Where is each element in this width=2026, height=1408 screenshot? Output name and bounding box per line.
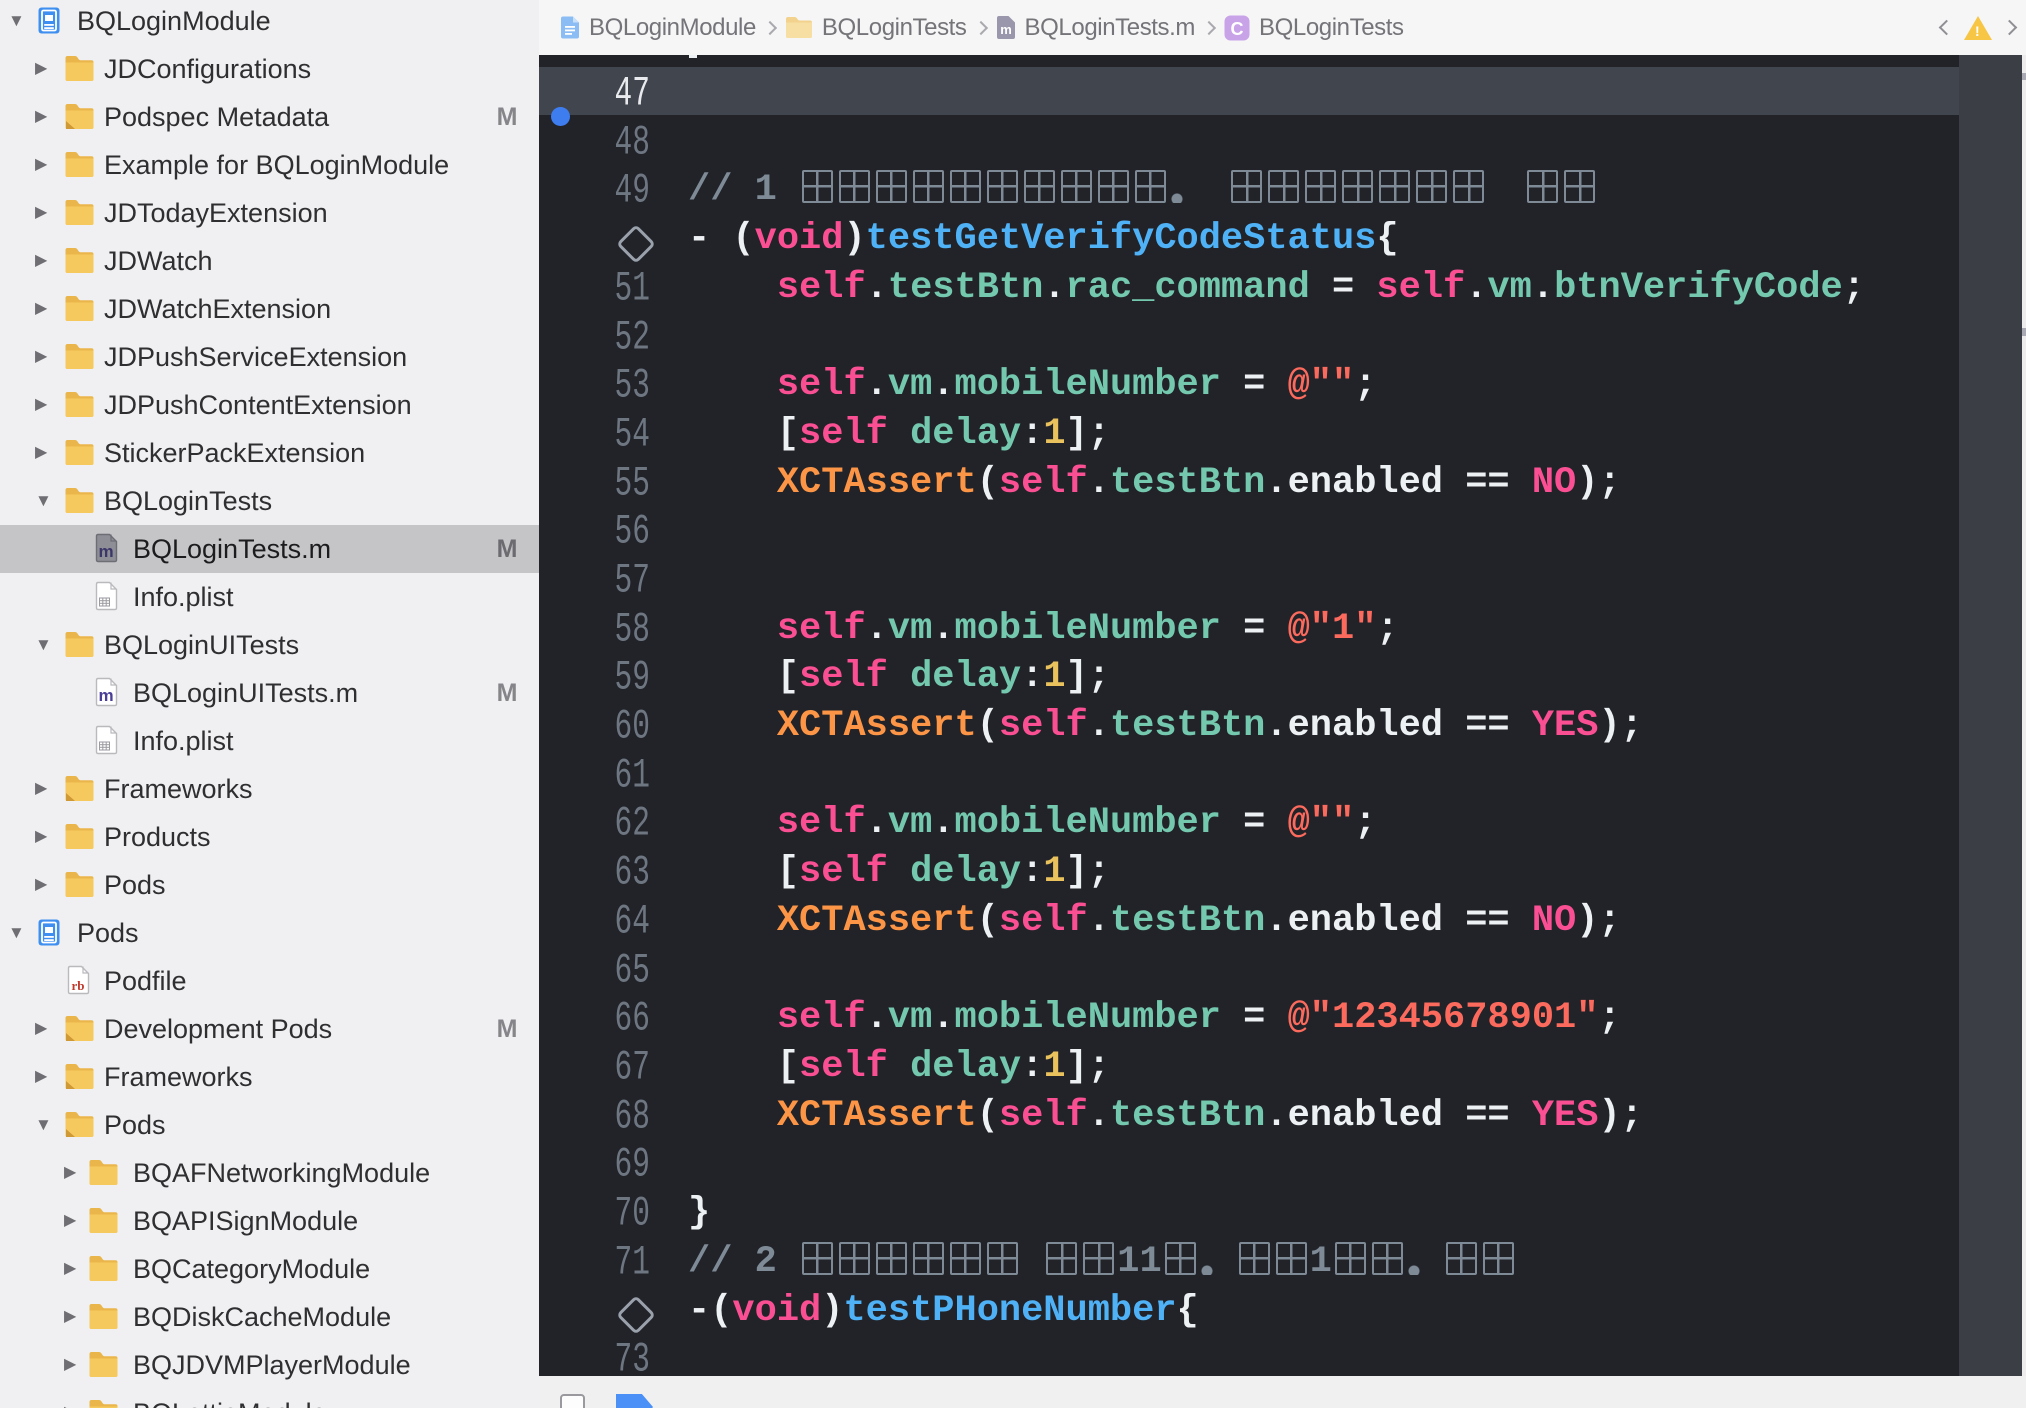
svg-text:m: m bbox=[1000, 22, 1012, 37]
svg-text:C: C bbox=[1231, 19, 1244, 39]
svg-text:m: m bbox=[98, 686, 113, 705]
svg-text:rb: rb bbox=[72, 978, 85, 993]
svg-text:m: m bbox=[98, 542, 113, 561]
